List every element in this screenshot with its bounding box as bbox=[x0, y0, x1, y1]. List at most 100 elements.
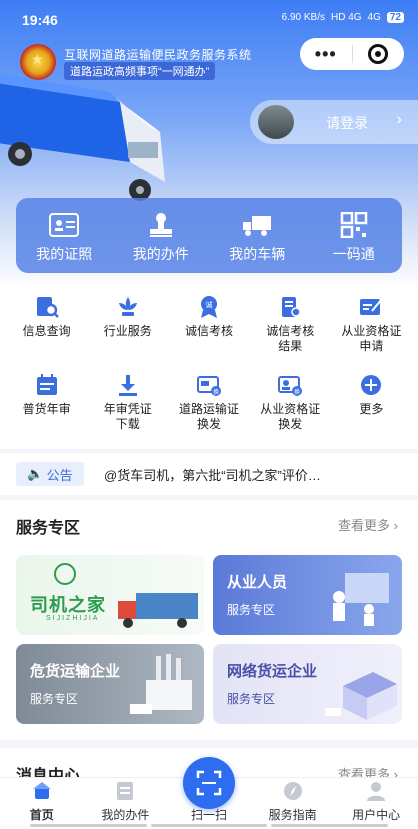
status-icons: 6.90 KB/s HD 4G 4G 72 bbox=[282, 12, 404, 23]
card-subtitle: 服务专区 bbox=[227, 603, 276, 617]
svg-text:换: 换 bbox=[213, 388, 219, 396]
tab-user-center[interactable]: 用户中心 bbox=[334, 778, 418, 829]
service-qualification-renew[interactable]: 换 从业资格证 换发 bbox=[250, 368, 331, 446]
scan-icon bbox=[196, 770, 222, 796]
service-industry[interactable]: 行业服务 bbox=[87, 290, 168, 368]
battery-level: 72 bbox=[386, 12, 404, 23]
people-illustration bbox=[333, 573, 389, 626]
tab-home[interactable]: 首页 bbox=[0, 778, 84, 829]
services-grid: 信息查询 行业服务 诚 诚信考核 诚信考核 结果 从业资格证 申请 普货年审 年… bbox=[0, 284, 418, 449]
download-icon bbox=[115, 372, 141, 398]
edit-doc-icon bbox=[358, 294, 384, 320]
id-card-icon bbox=[49, 212, 80, 238]
factory-illustration bbox=[130, 654, 192, 714]
svg-text:诚: 诚 bbox=[205, 300, 212, 309]
card-title: 网络货运企业 bbox=[227, 663, 318, 680]
quick-one-code[interactable]: 一码通 bbox=[306, 198, 403, 273]
chevron-right-icon: › bbox=[396, 111, 402, 128]
login-label: 请登录 bbox=[326, 115, 368, 131]
status-bar: 19:46 6.90 KB/s HD 4G 4G 72 bbox=[0, 0, 418, 40]
service-label: 更多 bbox=[359, 402, 384, 416]
service-label: 普货年审 bbox=[22, 402, 71, 416]
zone-see-more[interactable]: 查看更多 › bbox=[338, 515, 398, 534]
zone-title: 服务专区 bbox=[16, 520, 81, 537]
stamp-icon bbox=[146, 212, 176, 238]
card-subtitle: 服务专区 bbox=[227, 692, 276, 706]
service-annual-review[interactable]: 普货年审 bbox=[6, 368, 87, 446]
card-title: 危货运输企业 bbox=[30, 663, 121, 680]
qr-code-icon bbox=[339, 212, 369, 238]
quick-actions-panel: 我的证照 我的办件 我的车辆 一码通 bbox=[16, 198, 402, 273]
truck-illustration bbox=[0, 73, 165, 201]
quick-label: 我的证照 bbox=[36, 246, 93, 262]
more-dots-icon[interactable]: ••• bbox=[300, 44, 352, 65]
scan-button[interactable] bbox=[183, 757, 235, 809]
login-button[interactable]: 请登录 › bbox=[250, 100, 418, 144]
badge-icon: 诚 bbox=[196, 294, 222, 320]
notice-text: @货车司机，第六批“司机之家”评价… bbox=[104, 468, 321, 483]
card-network-freight[interactable]: 网络货运企业 服务专区 bbox=[213, 644, 402, 724]
card-driver-home[interactable]: 司机之家 SIJIZHIJIA bbox=[16, 555, 204, 635]
service-credit-check[interactable]: 诚 诚信考核 bbox=[168, 290, 249, 368]
card-hazmat-enterprise[interactable]: 危货运输企业 服务专区 bbox=[16, 644, 204, 724]
service-qualification-apply[interactable]: 从业资格证 申请 bbox=[331, 290, 412, 368]
status-time: 19:46 bbox=[22, 12, 58, 28]
tab-label: 用户中心 bbox=[352, 808, 401, 822]
card-practitioners[interactable]: 从业人员 服务专区 bbox=[213, 555, 402, 635]
notice-bar[interactable]: 🔈 公告 @货车司机，第六批“司机之家”评价… bbox=[0, 453, 418, 495]
warehouse-illustration bbox=[325, 672, 397, 720]
mini-program-capsule: ••• bbox=[300, 38, 404, 70]
tab-label: 我的办件 bbox=[101, 808, 150, 822]
hero-banner: 19:46 6.90 KB/s HD 4G 4G 72 互联网道路运输便民政务服… bbox=[0, 0, 418, 290]
tab-service-guide[interactable]: 服务指南 bbox=[251, 778, 335, 829]
compass-icon bbox=[282, 780, 304, 802]
card-swap-icon: 换 bbox=[196, 372, 222, 398]
service-label: 年审凭证 下载 bbox=[103, 402, 152, 431]
service-more[interactable]: 更多 bbox=[331, 368, 412, 446]
lotus-icon bbox=[115, 294, 141, 320]
network-speed: 6.90 KB/s bbox=[281, 12, 325, 23]
truck-icon bbox=[242, 212, 272, 238]
card-subtitle: 服务专区 bbox=[30, 692, 79, 706]
driver-home-logo-icon bbox=[54, 563, 76, 585]
service-transport-cert-renew[interactable]: 换 道路运输证 换发 bbox=[168, 368, 249, 446]
quick-label: 一码通 bbox=[332, 246, 375, 262]
service-label: 信息查询 bbox=[22, 324, 71, 338]
user-icon bbox=[365, 780, 387, 802]
service-info-query[interactable]: 信息查询 bbox=[6, 290, 87, 368]
quick-label: 我的办件 bbox=[132, 246, 189, 262]
zone-see-more-label: 查看更多 bbox=[338, 518, 391, 533]
target-icon[interactable] bbox=[352, 44, 404, 64]
person-card-icon: 换 bbox=[277, 372, 303, 398]
service-zone: 服务专区 查看更多 › 司机之家 SIJIZHIJIA 从业人员 服务专区 危货… bbox=[0, 500, 418, 740]
system-title: 互联网道路运输便民政务服务系统 bbox=[64, 48, 252, 62]
quick-my-licenses[interactable]: 我的证照 bbox=[16, 198, 113, 273]
svg-text:换: 换 bbox=[294, 388, 300, 396]
notice-tag-label: 公告 bbox=[46, 467, 73, 483]
card-title: 从业人员 bbox=[227, 574, 288, 591]
calendar-icon bbox=[34, 372, 60, 398]
plus-circle-icon bbox=[358, 372, 384, 398]
service-label: 行业服务 bbox=[103, 324, 152, 338]
card-title: 司机之家 bbox=[30, 595, 106, 615]
service-cert-download[interactable]: 年审凭证 下载 bbox=[87, 368, 168, 446]
service-label: 从业资格证 申请 bbox=[341, 324, 402, 353]
system-nav-indicator bbox=[30, 824, 389, 828]
doc-search-icon bbox=[34, 294, 60, 320]
signal-2: 4G bbox=[367, 12, 381, 23]
quick-my-vehicles[interactable]: 我的车辆 bbox=[209, 198, 306, 273]
service-label: 诚信考核 结果 bbox=[266, 324, 315, 353]
home-icon bbox=[31, 780, 53, 802]
service-label: 道路运输证 换发 bbox=[178, 402, 239, 431]
document-icon bbox=[114, 780, 136, 802]
service-label: 诚信考核 bbox=[184, 324, 233, 338]
service-label: 从业资格证 换发 bbox=[260, 402, 321, 431]
tab-my-cases[interactable]: 我的办件 bbox=[84, 778, 168, 829]
quick-label: 我的车辆 bbox=[229, 246, 286, 262]
tab-label: 服务指南 bbox=[268, 808, 317, 822]
card-subtitle: SIJIZHIJIA bbox=[46, 615, 100, 622]
service-credit-result[interactable]: 诚信考核 结果 bbox=[250, 290, 331, 368]
quick-my-cases[interactable]: 我的办件 bbox=[113, 198, 210, 273]
signal-1: HD 4G bbox=[330, 12, 362, 23]
tab-label: 首页 bbox=[29, 808, 54, 822]
